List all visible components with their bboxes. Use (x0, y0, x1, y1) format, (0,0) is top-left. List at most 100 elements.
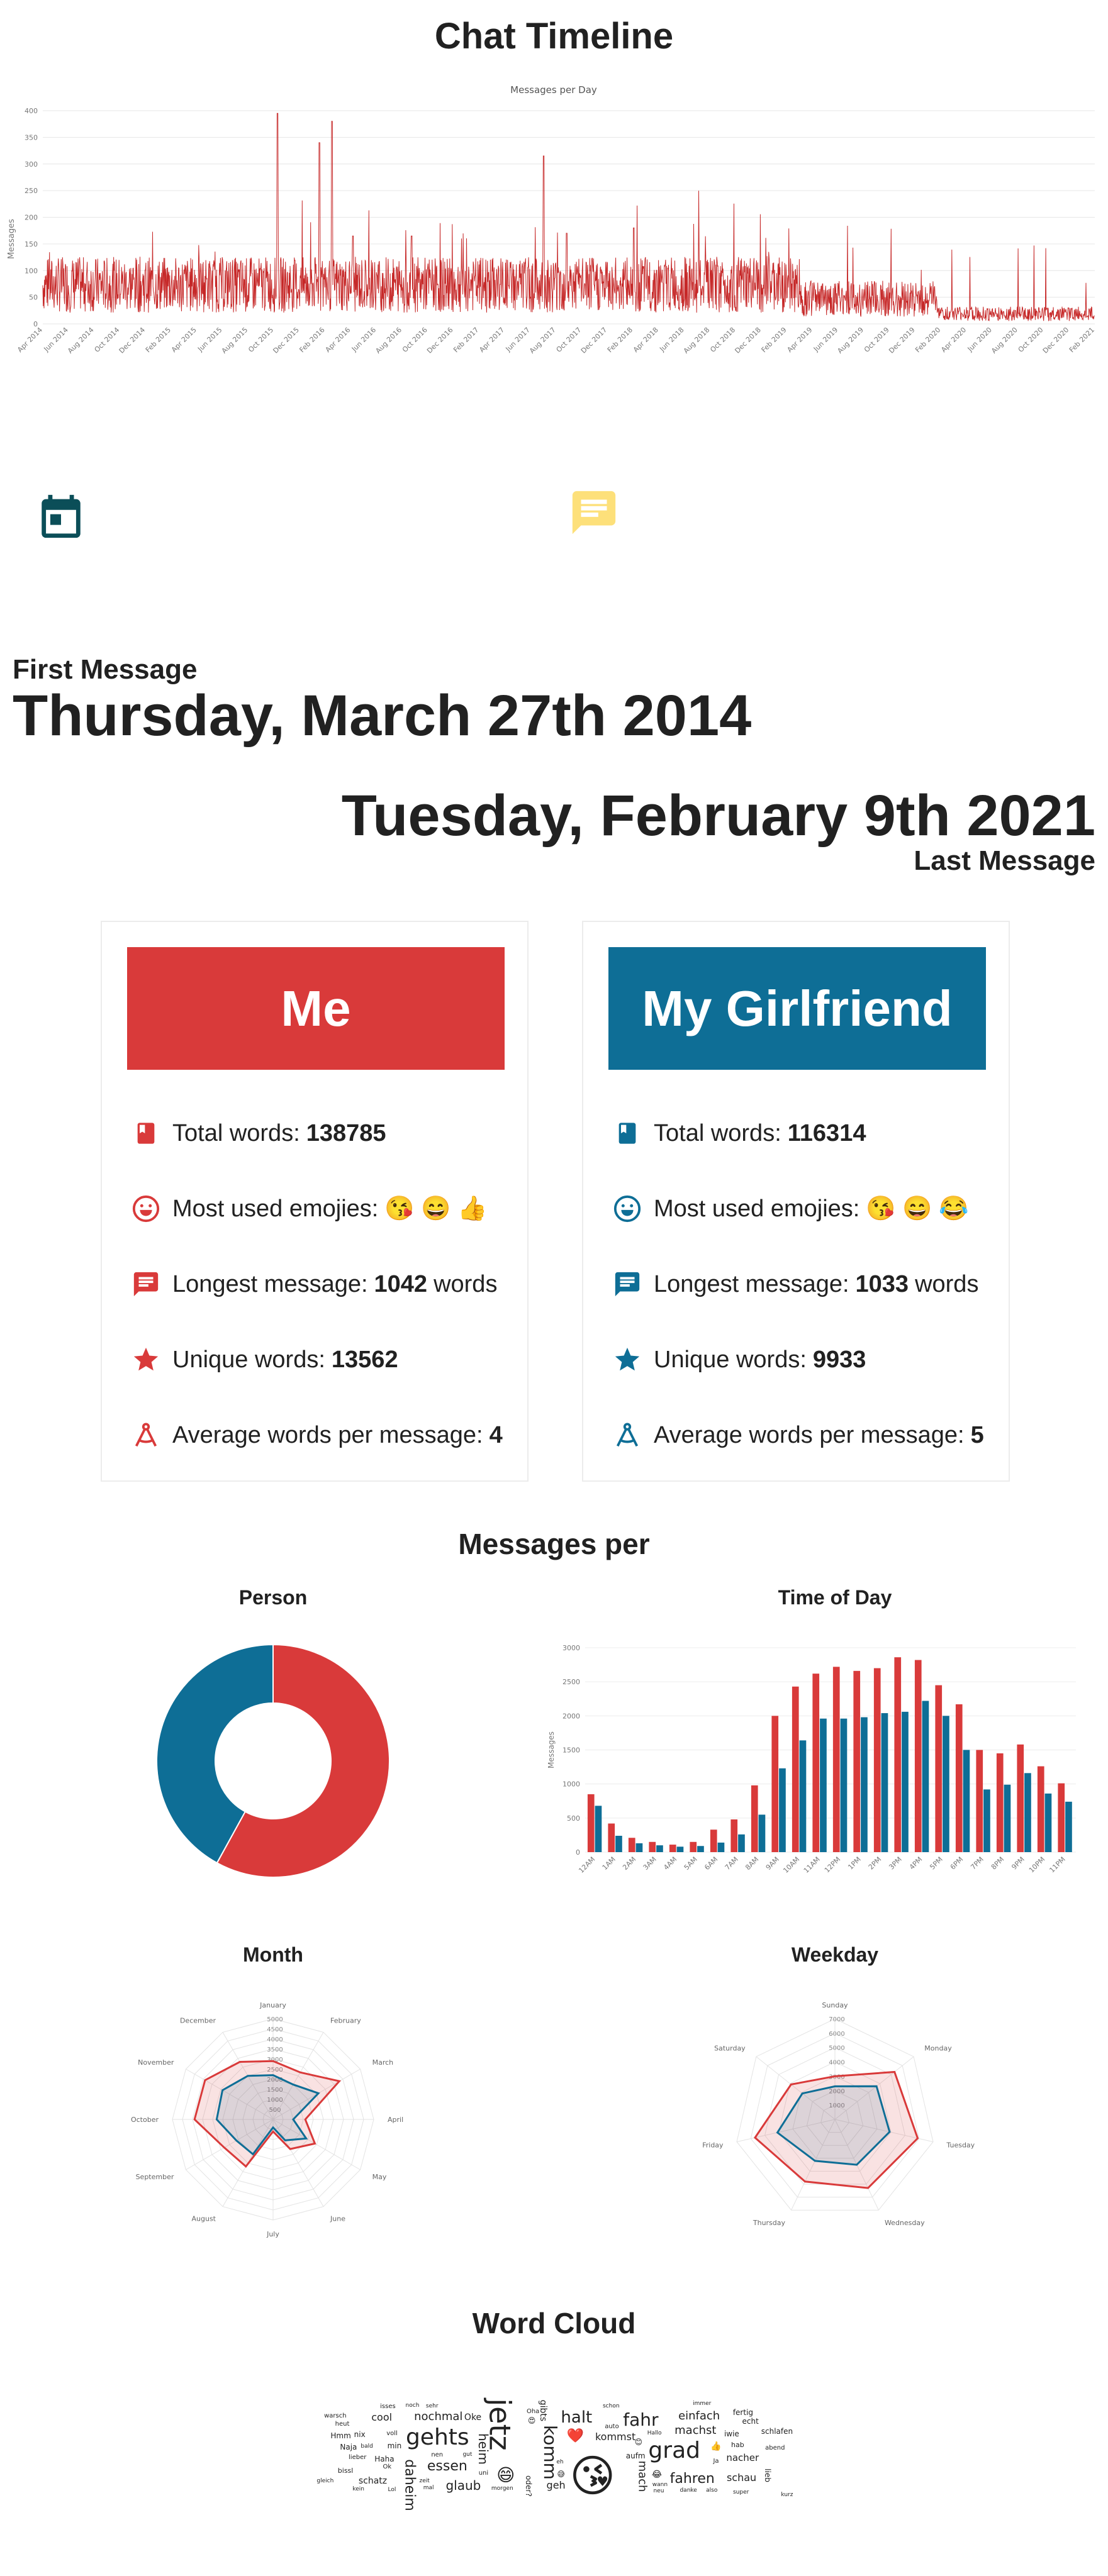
bar-6PM-s1 (963, 1750, 970, 1852)
bar-xtick: 11AM (802, 1855, 822, 1875)
timeline-xtick: Apr 2017 (478, 326, 506, 354)
average-words-row: Average words per message: 4 (131, 1416, 503, 1454)
bar-xtick: 5PM (928, 1855, 944, 1872)
timeline-ytick: 50 (29, 294, 38, 302)
word-cloud: 😘 jetz grad gehts komm fahr 😄 halt fahren essen da… (63, 2358, 1057, 2547)
bar-3PM-s1 (902, 1711, 909, 1852)
word-cloud-word: neu (653, 2488, 664, 2495)
word-cloud-word: bald (361, 2443, 373, 2450)
bar-xtick: 9AM (764, 1855, 781, 1872)
word-cloud-word: Oha (526, 2407, 540, 2415)
word-cloud-word: schatz (358, 2475, 388, 2486)
word-cloud-word: warsch (324, 2412, 347, 2419)
weekday-radar-chart: 1000200030004000500060007000SundayMonday… (702, 2001, 975, 2227)
total-words-row: Total words: 116314 (612, 1114, 866, 1152)
timeline-ytick: 350 (25, 133, 38, 142)
word-cloud-word: aufm (625, 2451, 646, 2460)
unique-words-row: Unique words: 9933 (612, 1341, 866, 1379)
bar-6PM-s0 (955, 1704, 963, 1852)
word-cloud-word: auto (605, 2423, 619, 2430)
word-cloud-word: Hmm (330, 2431, 351, 2440)
word-cloud-word: nen (431, 2451, 444, 2458)
bar-8AM-s1 (758, 1814, 766, 1852)
timeline-xtick: Apr 2018 (632, 326, 660, 354)
total-words-label: Total words: (654, 1120, 781, 1146)
timeline-xtick: Dec 2014 (118, 326, 147, 355)
word-cloud-word: kurz (781, 2491, 793, 2498)
longest-unit: words (434, 1271, 498, 1297)
timeline-xtick: Feb 2019 (760, 326, 788, 354)
radar-axis-label: April (388, 2116, 403, 2124)
word-cloud-word: schau (726, 2472, 757, 2484)
bar-ytick: 500 (567, 1814, 580, 1823)
month-chart-title: Month (243, 1943, 303, 1966)
word-cloud-word: fahr (623, 2409, 659, 2431)
timeline-ytick: 100 (25, 267, 38, 275)
longest-label: Longest message: (654, 1271, 849, 1297)
timeline-xtick: Feb 2020 (914, 326, 942, 354)
bar-xtick: 4AM (662, 1855, 678, 1872)
bar-3AM-s1 (656, 1845, 663, 1852)
person-card-me: Me Total words: 138785 Most used emojies:… (101, 921, 529, 1482)
emojis-value: 😘 😄 😂 (866, 1196, 969, 1222)
bar-xtick: 10AM (781, 1855, 801, 1875)
word-cloud-word: bissl (337, 2467, 354, 2475)
word-cloud-word: geh (546, 2479, 566, 2492)
word-cloud-word: fertig (732, 2408, 754, 2418)
radar-tick-label: 5000 (267, 2016, 283, 2023)
person-name: My Girlfriend (608, 947, 986, 1070)
radar-tick-label: 3500 (267, 2046, 283, 2053)
total-words-label: Total words: (172, 1120, 300, 1146)
word-cloud-word: eh (556, 2459, 564, 2466)
bar-xtick: 6PM (949, 1855, 965, 1872)
word-cloud-word: nix (354, 2429, 366, 2439)
person-chart-title: Person (238, 1586, 308, 1609)
word-cloud-word: 😅 (557, 2469, 565, 2479)
radar-axis-label: October (131, 2116, 159, 2124)
bar-ytick: 3000 (562, 1644, 580, 1652)
bar-2AM-s0 (628, 1838, 635, 1852)
word-cloud-word: isses (380, 2403, 396, 2411)
timeline-xtick: Apr 2020 (939, 326, 968, 354)
word-cloud-word: min (387, 2441, 402, 2450)
timeline-xtick: Apr 2014 (16, 326, 44, 354)
radar-tick-label: 4500 (267, 2026, 283, 2033)
radar-axis-label: Sunday (822, 2001, 848, 2009)
unique-label: Unique words: (654, 1346, 807, 1373)
bar-8PM-s1 (1004, 1784, 1011, 1852)
bar-4PM-s1 (922, 1701, 929, 1852)
timeline-ytick: 200 (25, 214, 38, 222)
word-cloud-word: heut (335, 2420, 350, 2428)
timeline-xtick: Oct 2015 (247, 326, 275, 354)
word-cloud-word: voll (386, 2429, 398, 2437)
radar-axis-label: July (266, 2230, 279, 2238)
word-cloud-word: 👍 (710, 2441, 722, 2451)
duration-value: 2510 (223, 496, 352, 560)
average-label: Average words per message: (172, 1422, 483, 1448)
timeline-ytick: 300 (25, 160, 38, 169)
bar-xtick: 3AM (642, 1855, 658, 1872)
bar-8AM-s0 (751, 1785, 758, 1852)
word-cloud-word: cool (371, 2411, 393, 2423)
weekday-chart-title: Weekday (791, 1943, 879, 1966)
word-cloud-word: lieber (349, 2453, 367, 2461)
person-card-girlfriend: My Girlfriend Total words: 116314 Most us… (582, 921, 1010, 1482)
messages-value: 61195 (742, 496, 900, 560)
radar-tick-label: 5000 (829, 2045, 844, 2052)
timeline-ytick: 400 (25, 107, 38, 115)
longest-label: Longest message: (172, 1271, 368, 1297)
messages-per-title: Messages per (458, 1528, 650, 1560)
radar-axis-label: Wednesday (885, 2219, 925, 2227)
bar-xtick: 2PM (867, 1855, 883, 1872)
book-icon (131, 1118, 161, 1148)
timeline-xtick: Oct 2018 (708, 326, 737, 354)
bar-1AM-s1 (615, 1836, 622, 1852)
bar-3AM-s0 (649, 1841, 656, 1852)
bar-10PM-s0 (1037, 1766, 1044, 1852)
word-cloud-word: immer (693, 2401, 712, 2407)
bar-xtick: 8AM (744, 1855, 760, 1872)
bar-2PM-s0 (873, 1668, 881, 1852)
person-name: Me (127, 947, 505, 1070)
longest-value: 1033 (855, 1271, 909, 1297)
timeline-xtick: Feb 2021 (1068, 326, 1096, 354)
